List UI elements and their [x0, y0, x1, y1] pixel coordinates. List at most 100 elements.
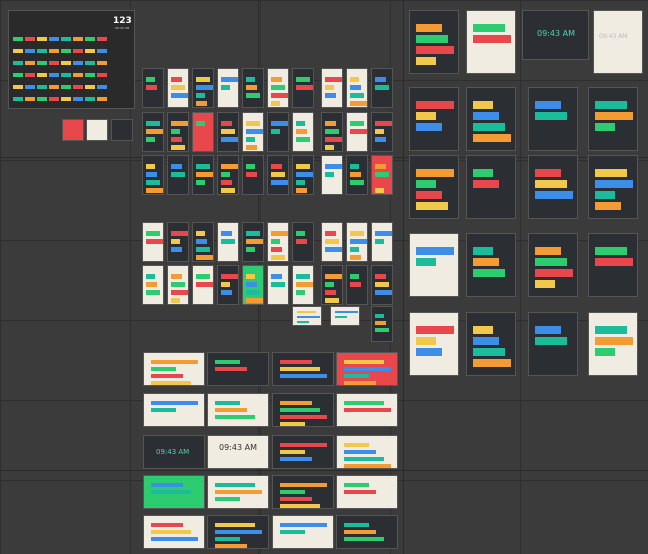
- screen-artboard[interactable]: [409, 10, 459, 74]
- screen-artboard[interactable]: [528, 155, 578, 219]
- screen-artboard[interactable]: [167, 68, 189, 108]
- screen-artboard[interactable]: [409, 312, 459, 376]
- screen-artboard[interactable]: [409, 155, 459, 219]
- screen-artboard[interactable]: [242, 155, 264, 195]
- screen-artboard[interactable]: [207, 475, 269, 509]
- screen-artboard[interactable]: [267, 155, 289, 195]
- screen-artboard[interactable]: [217, 155, 239, 195]
- screen-artboard[interactable]: [217, 68, 239, 108]
- screen-artboard[interactable]: [346, 222, 368, 262]
- clock-artboard-dark-left[interactable]: 09:43 AM: [143, 435, 205, 469]
- screen-artboard[interactable]: [167, 112, 189, 152]
- screen-artboard[interactable]: [346, 155, 368, 195]
- screen-artboard[interactable]: [336, 515, 398, 549]
- screen-artboard[interactable]: [336, 393, 398, 427]
- screen-artboard[interactable]: [528, 312, 578, 376]
- screen-artboard[interactable]: [272, 352, 334, 386]
- screen-artboard[interactable]: [207, 352, 269, 386]
- screen-artboard[interactable]: [267, 112, 289, 152]
- screen-artboard[interactable]: [272, 393, 334, 427]
- screen-artboard[interactable]: [409, 87, 459, 151]
- screen-artboard[interactable]: [142, 222, 164, 262]
- screen-artboard[interactable]: [192, 222, 214, 262]
- screen-artboard[interactable]: [336, 352, 398, 386]
- screen-artboard[interactable]: [371, 155, 393, 195]
- screen-artboard[interactable]: [588, 312, 638, 376]
- screen-artboard[interactable]: [207, 393, 269, 427]
- screen-artboard[interactable]: [242, 222, 264, 262]
- screen-artboard[interactable]: [466, 155, 516, 219]
- artboard-canvas[interactable]: 123 09:43 AM 09:43 AM 09:43 AM 09:43 AM …: [0, 0, 648, 554]
- screen-artboard[interactable]: [321, 265, 343, 305]
- screen-artboard[interactable]: [167, 265, 189, 305]
- clock-artboard-dark[interactable]: 09:43 AM: [522, 10, 589, 60]
- screen-artboard[interactable]: [167, 222, 189, 262]
- screen-artboard[interactable]: [466, 87, 516, 151]
- screen-artboard[interactable]: [292, 112, 314, 152]
- screen-artboard[interactable]: [142, 155, 164, 195]
- screen-artboard[interactable]: [272, 435, 334, 469]
- screen-artboard[interactable]: [346, 112, 368, 152]
- screen-artboard[interactable]: [242, 265, 264, 305]
- screen-artboard[interactable]: [217, 112, 239, 152]
- screen-artboard[interactable]: [528, 233, 578, 297]
- screen-color-block: [271, 282, 285, 287]
- screen-artboard[interactable]: [371, 68, 393, 108]
- screen-artboard[interactable]: [346, 68, 368, 108]
- screen-artboard[interactable]: [267, 68, 289, 108]
- screen-artboard[interactable]: [192, 112, 214, 152]
- screen-artboard[interactable]: [371, 222, 393, 262]
- screen-artboard[interactable]: [321, 112, 343, 152]
- screen-artboard[interactable]: [321, 155, 343, 195]
- screen-artboard[interactable]: [588, 87, 638, 151]
- clock-artboard-light[interactable]: 09:43 AM: [593, 10, 643, 74]
- thumbnail-artboard[interactable]: [111, 119, 133, 141]
- screen-artboard[interactable]: [466, 233, 516, 297]
- screen-artboard[interactable]: [272, 475, 334, 509]
- screen-artboard[interactable]: [466, 312, 516, 376]
- clock-artboard-light-left[interactable]: 09:43 AM: [207, 435, 269, 469]
- screen-artboard[interactable]: [371, 306, 393, 342]
- screen-artboard[interactable]: [466, 10, 516, 74]
- screen-artboard[interactable]: [588, 155, 638, 219]
- style-guide-artboard[interactable]: 123 09:43 AM: [8, 10, 135, 109]
- screen-artboard[interactable]: [336, 435, 398, 469]
- screen-artboard[interactable]: [292, 155, 314, 195]
- screen-artboard[interactable]: [292, 265, 314, 305]
- screen-artboard[interactable]: [143, 515, 205, 549]
- thumbnail-artboard[interactable]: [86, 119, 108, 141]
- screen-artboard[interactable]: [167, 155, 189, 195]
- screen-artboard[interactable]: [242, 112, 264, 152]
- screen-artboard[interactable]: [267, 222, 289, 262]
- screen-artboard[interactable]: [267, 265, 289, 305]
- screen-artboard[interactable]: [321, 222, 343, 262]
- screen-artboard[interactable]: [192, 155, 214, 195]
- screen-color-block: [221, 180, 232, 185]
- screen-artboard[interactable]: [142, 112, 164, 152]
- thumbnail-artboard[interactable]: [62, 119, 84, 141]
- screen-artboard[interactable]: [272, 515, 334, 549]
- screen-artboard[interactable]: [588, 233, 638, 297]
- screen-artboard[interactable]: [292, 68, 314, 108]
- screen-artboard[interactable]: [528, 87, 578, 151]
- screen-artboard[interactable]: [142, 68, 164, 108]
- screen-artboard[interactable]: [143, 393, 205, 427]
- screen-artboard[interactable]: [330, 306, 360, 326]
- screen-artboard[interactable]: [321, 68, 343, 108]
- screen-artboard[interactable]: [217, 222, 239, 262]
- screen-artboard[interactable]: [143, 475, 205, 509]
- screen-artboard[interactable]: [346, 265, 368, 305]
- screen-artboard[interactable]: [409, 233, 459, 297]
- screen-artboard[interactable]: [142, 265, 164, 305]
- screen-artboard[interactable]: [336, 475, 398, 509]
- screen-artboard[interactable]: [292, 306, 322, 326]
- screen-artboard[interactable]: [192, 265, 214, 305]
- screen-artboard[interactable]: [371, 112, 393, 152]
- screen-artboard[interactable]: [242, 68, 264, 108]
- screen-artboard[interactable]: [217, 265, 239, 305]
- screen-artboard[interactable]: [292, 222, 314, 262]
- screen-artboard[interactable]: [207, 515, 269, 549]
- screen-artboard[interactable]: [143, 352, 205, 386]
- screen-artboard[interactable]: [192, 68, 214, 108]
- screen-artboard[interactable]: [371, 265, 393, 305]
